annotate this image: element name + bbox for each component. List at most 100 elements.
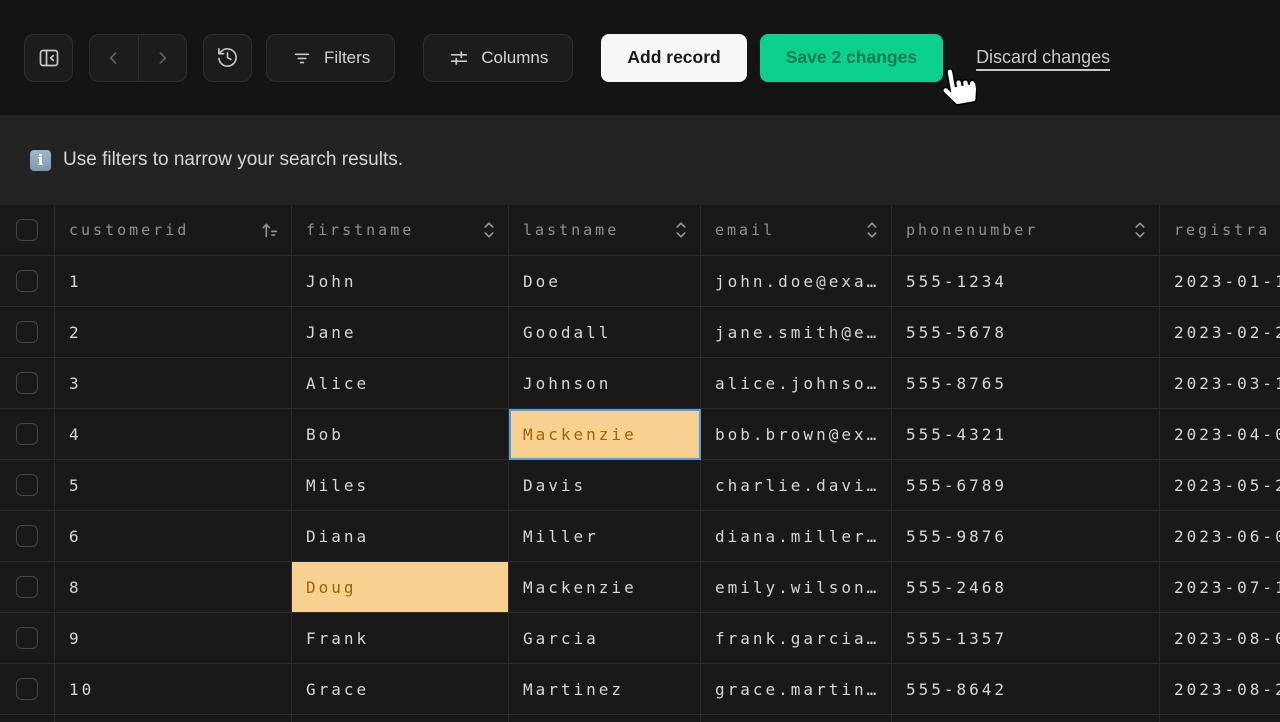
- cell-email[interactable]: grace.martin…: [701, 664, 892, 715]
- forward-button[interactable]: [138, 35, 186, 81]
- column-label: firstname: [306, 221, 414, 239]
- column-header-email[interactable]: email: [701, 205, 892, 256]
- table-row: 1JohnDoejohn.doe@exa…555-12342023-01-1: [0, 256, 1280, 307]
- cell-firstname[interactable]: Diana: [292, 511, 509, 562]
- cell-lastname[interactable]: Mackenzie: [509, 562, 701, 613]
- cell-customerid[interactable]: 3: [55, 358, 292, 409]
- chevron-left-icon: [104, 48, 124, 68]
- cell-customerid[interactable]: 9: [55, 613, 292, 664]
- history-nav-group: [89, 34, 187, 82]
- cell-lastname[interactable]: Goodall: [509, 307, 701, 358]
- cell-phonenumber[interactable]: 555-2468: [892, 562, 1160, 613]
- row-checkbox[interactable]: [16, 678, 38, 700]
- cell-lastname[interactable]: Miller: [509, 511, 701, 562]
- cell-phonenumber[interactable]: 555-9876: [892, 511, 1160, 562]
- row-checkbox[interactable]: [16, 423, 38, 445]
- select-all-checkbox[interactable]: [16, 219, 38, 241]
- cell-phonenumber[interactable]: 555-5678: [892, 307, 1160, 358]
- row-checkbox[interactable]: [16, 576, 38, 598]
- sort-toggle-icon[interactable]: [863, 219, 881, 241]
- cell-phonenumber[interactable]: 555-4321: [892, 409, 1160, 460]
- cell-email[interactable]: alice.johnso…: [701, 358, 892, 409]
- cell-customerid[interactable]: 5: [55, 460, 292, 511]
- cell-email[interactable]: bob.brown@ex…: [701, 409, 892, 460]
- cell-email[interactable]: diana.miller…: [701, 511, 892, 562]
- table-row: 6DianaMillerdiana.miller…555-98762023-06…: [0, 511, 1280, 562]
- discard-changes-link[interactable]: Discard changes: [976, 47, 1110, 68]
- cell-phonenumber[interactable]: 555-6789: [892, 460, 1160, 511]
- cell-registrationdate[interactable]: 2023-03-1: [1160, 358, 1280, 409]
- row-checkbox[interactable]: [16, 627, 38, 649]
- save-changes-button[interactable]: Save 2 changes: [760, 34, 943, 82]
- sort-toggle-icon[interactable]: [672, 219, 690, 241]
- cell-email[interactable]: frank.garcia…: [701, 613, 892, 664]
- cell-lastname[interactable]: Doe: [509, 256, 701, 307]
- cell-customerid[interactable]: 2: [55, 307, 292, 358]
- cell-firstname[interactable]: Grace: [292, 664, 509, 715]
- cell-firstname[interactable]: Jane: [292, 307, 509, 358]
- cell-lastname[interactable]: Martinez: [509, 664, 701, 715]
- toolbar: Filters Columns Add record Save 2 change…: [0, 0, 1280, 115]
- cell-lastname[interactable]: Mackenzie: [509, 409, 701, 460]
- cell-registrationdate[interactable]: 2023-05-2: [1160, 460, 1280, 511]
- cell-lastname[interactable]: Davis: [509, 460, 701, 511]
- cell-firstname[interactable]: Frank: [292, 613, 509, 664]
- cell-firstname[interactable]: Miles: [292, 460, 509, 511]
- column-header-customerid[interactable]: customerid: [55, 205, 292, 256]
- column-header-phonenumber[interactable]: phonenumber: [892, 205, 1160, 256]
- cell-registrationdate[interactable]: 2023-01-1: [1160, 256, 1280, 307]
- cell-customerid[interactable]: 4: [55, 409, 292, 460]
- row-checkbox[interactable]: [16, 270, 38, 292]
- row-checkbox-cell: [0, 613, 55, 664]
- cell-customerid[interactable]: 10: [55, 664, 292, 715]
- cell-lastname[interactable]: Johnson: [509, 358, 701, 409]
- cell-phonenumber[interactable]: 555-8642: [892, 664, 1160, 715]
- row-checkbox-cell: [0, 664, 55, 715]
- table-row: 4BobMackenziebob.brown@ex…555-43212023-0…: [0, 409, 1280, 460]
- cell-registrationdate[interactable]: 2023-07-1: [1160, 562, 1280, 613]
- cell-registrationdate[interactable]: 2023-08-0: [1160, 613, 1280, 664]
- sidebar-toggle-button[interactable]: [24, 34, 73, 82]
- table-body: 1JohnDoejohn.doe@exa…555-12342023-01-12J…: [0, 256, 1280, 722]
- column-label: phonenumber: [906, 221, 1038, 239]
- row-checkbox-cell: [0, 256, 55, 307]
- cell-firstname[interactable]: John: [292, 256, 509, 307]
- cell-email[interactable]: john.doe@exa…: [701, 256, 892, 307]
- cell-email[interactable]: charlie.davi…: [701, 460, 892, 511]
- columns-button[interactable]: Columns: [423, 34, 573, 82]
- cell-registrationdate[interactable]: 2023-06-0: [1160, 511, 1280, 562]
- back-button[interactable]: [90, 35, 138, 81]
- cell-email[interactable]: jane.smith@e…: [701, 307, 892, 358]
- history-button[interactable]: [203, 34, 252, 82]
- column-header-firstname[interactable]: firstname: [292, 205, 509, 256]
- cell-firstname[interactable]: Alice: [292, 358, 509, 409]
- cell-firstname[interactable]: Bob: [292, 409, 509, 460]
- row-checkbox[interactable]: [16, 321, 38, 343]
- column-label: customerid: [69, 221, 189, 239]
- row-checkbox[interactable]: [16, 525, 38, 547]
- cell-customerid[interactable]: 1: [55, 256, 292, 307]
- cell-phonenumber[interactable]: 555-1357: [892, 613, 1160, 664]
- cell-phonenumber[interactable]: 555-8765: [892, 358, 1160, 409]
- cell-partial: [292, 715, 509, 722]
- add-record-button[interactable]: Add record: [601, 34, 746, 82]
- column-header-lastname[interactable]: lastname: [509, 205, 701, 256]
- cell-customerid[interactable]: 8: [55, 562, 292, 613]
- column-header-registrationdate[interactable]: registrat: [1160, 205, 1280, 256]
- sort-ascending-icon[interactable]: [259, 219, 281, 241]
- cell-phonenumber[interactable]: 555-1234: [892, 256, 1160, 307]
- cell-registrationdate[interactable]: 2023-08-2: [1160, 664, 1280, 715]
- cell-firstname[interactable]: Doug: [292, 562, 509, 613]
- cell-lastname[interactable]: Garcia: [509, 613, 701, 664]
- sort-toggle-icon[interactable]: [480, 219, 498, 241]
- filters-button[interactable]: Filters: [266, 34, 395, 82]
- row-checkbox[interactable]: [16, 372, 38, 394]
- cell-registrationdate[interactable]: 2023-02-2: [1160, 307, 1280, 358]
- sort-toggle-icon[interactable]: [1131, 219, 1149, 241]
- info-emoji-icon: [30, 150, 51, 171]
- cell-customerid[interactable]: 6: [55, 511, 292, 562]
- table-row-partial: [0, 715, 1280, 722]
- row-checkbox[interactable]: [16, 474, 38, 496]
- cell-registrationdate[interactable]: 2023-04-0: [1160, 409, 1280, 460]
- cell-email[interactable]: emily.wilson…: [701, 562, 892, 613]
